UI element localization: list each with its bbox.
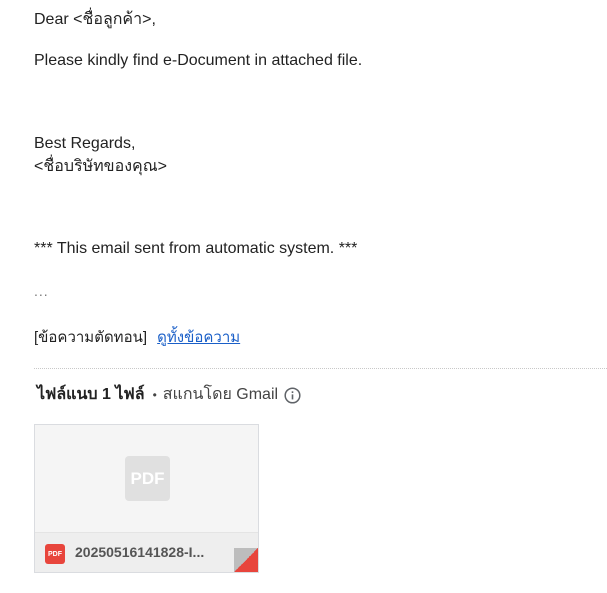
email-regards: Best Regards, — [34, 135, 136, 152]
info-icon[interactable] — [284, 386, 301, 404]
email-intro: Please kindly find e-Document in attache… — [34, 52, 363, 69]
email-auto-notice: *** This email sent from automatic syste… — [34, 240, 358, 257]
page-fold-icon — [234, 548, 258, 572]
trimmed-message-row: [ข้อความตัดทอน] ดูทั้งข้อความ — [34, 328, 240, 348]
email-company-name: <ชื่อบริษัทของคุณ> — [34, 158, 167, 175]
attachment-card[interactable]: PDF PDF 20250516141828-I... — [34, 424, 259, 573]
pdf-file-icon: PDF — [45, 544, 65, 564]
scanned-by-gmail-label: สแกนโดย Gmail — [162, 386, 279, 403]
attachments-header: ไฟล์แนบ 1 ไฟล์ • สแกนโดย Gmail — [37, 384, 301, 406]
attachments-divider — [34, 368, 607, 369]
attachment-footer: PDF 20250516141828-I... — [35, 532, 258, 572]
attachment-file-name: 20250516141828-I... — [75, 544, 205, 560]
pdf-preview-icon: PDF — [125, 456, 170, 501]
separator-dot: • — [152, 388, 157, 402]
view-entire-message-link[interactable]: ดูทั้งข้อความ — [157, 329, 240, 346]
attachment-preview: PDF — [35, 425, 258, 532]
attachment-count: ไฟล์แนบ 1 ไฟล์ — [37, 386, 145, 403]
show-trimmed-content-button[interactable]: ... — [34, 281, 49, 301]
email-greeting: Dear <ชื่อลูกค้า>, — [34, 11, 156, 28]
trimmed-message-label: [ข้อความตัดทอน] — [34, 329, 147, 346]
